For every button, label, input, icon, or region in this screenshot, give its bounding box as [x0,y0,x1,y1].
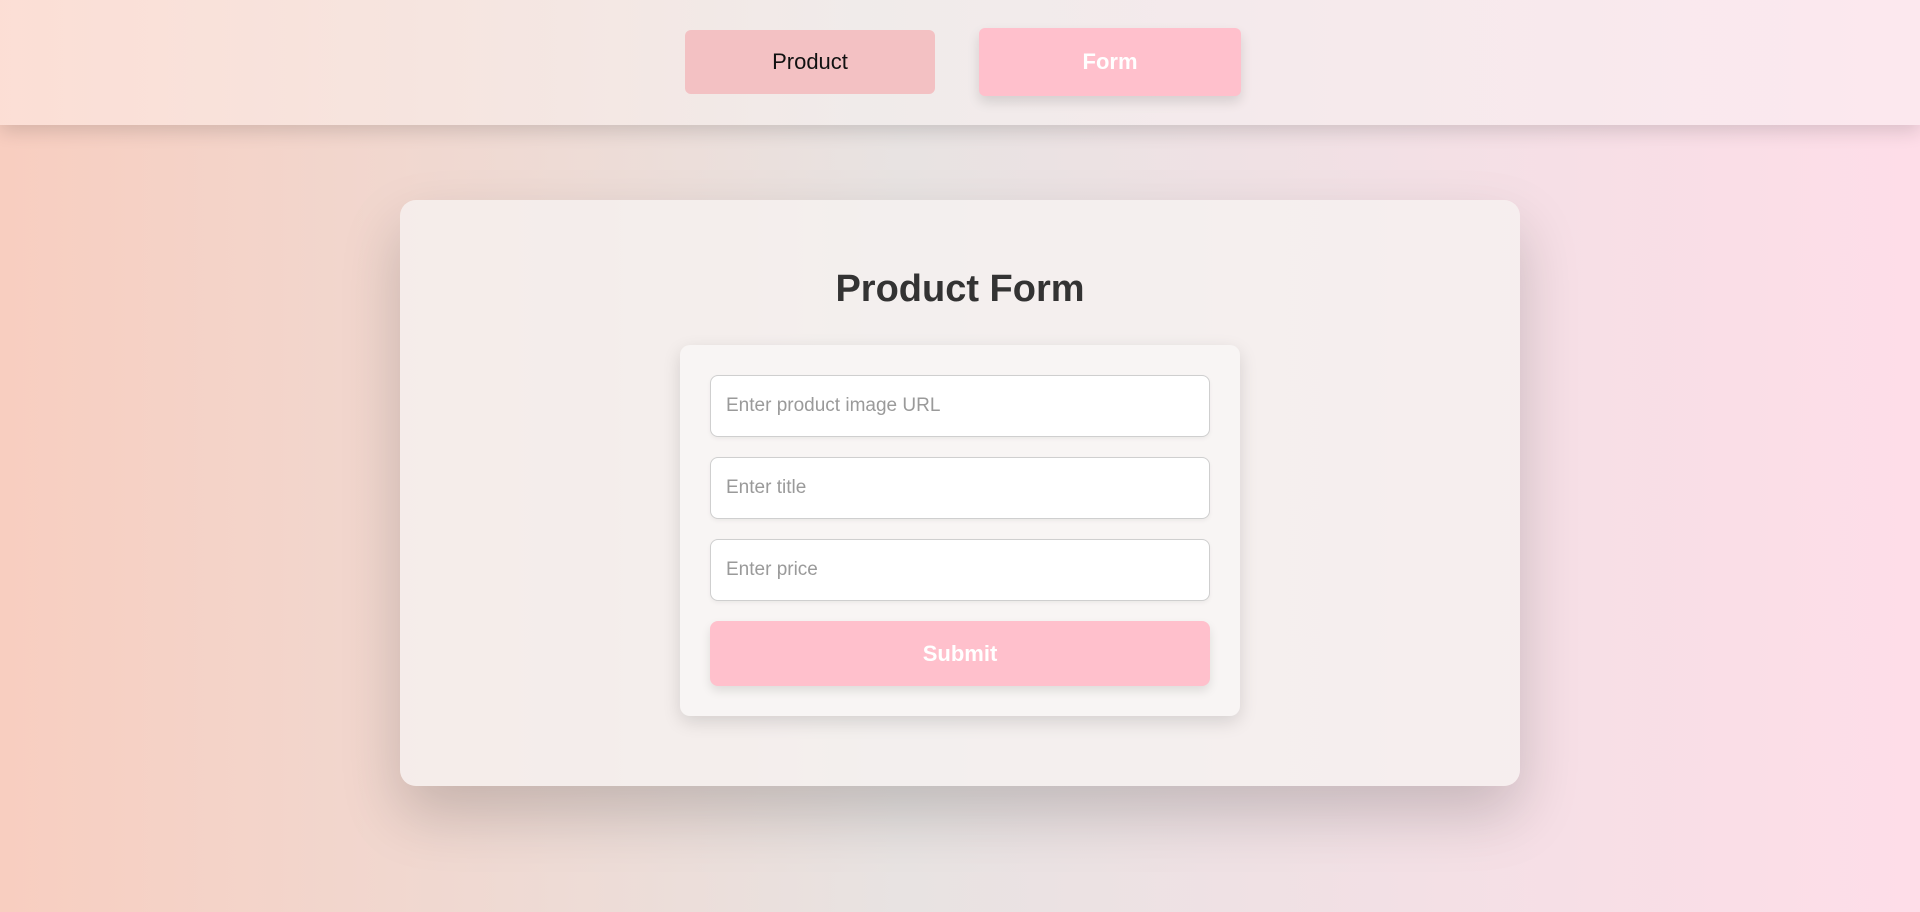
product-nav-button[interactable]: Product [685,30,935,94]
form-nav-button[interactable]: Form [979,28,1241,96]
submit-button[interactable]: Submit [710,621,1210,686]
product-title-input[interactable] [710,457,1210,519]
page-title: Product Form [835,268,1085,310]
top-navigation-bar: Product Form [0,0,1920,125]
product-form: Submit [680,345,1240,716]
product-price-input[interactable] [710,539,1210,601]
product-image-url-input[interactable] [710,375,1210,437]
